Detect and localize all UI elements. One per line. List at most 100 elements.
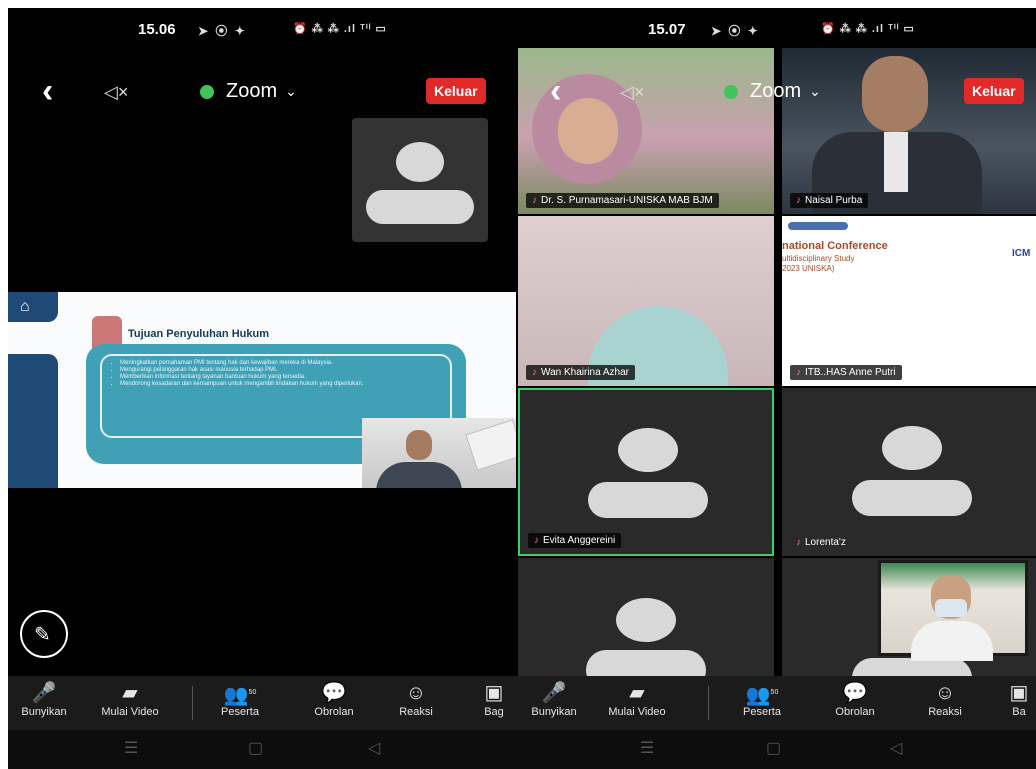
participant-tile[interactable]: national Conference ultidisciplinary Stu… bbox=[782, 216, 1036, 386]
mic-off-icon: ♪ bbox=[796, 537, 801, 548]
right-phone-screen: 15.07 ➤ ⦿ ✦ ⏰ ⁂ ⁂ .ıl ᵀⁱˡ ▭ ♪ Dr. S. Purn… bbox=[516, 8, 1036, 769]
meeting-top-bar: ‹ ◁× Zoom ⌄ Keluar bbox=[8, 74, 516, 110]
meeting-toolbar: 🎤 Bunyikan ▰ Mulai Video 👥50 Peserta 💬 O… bbox=[8, 676, 516, 730]
toolbar-label: Mulai Video bbox=[101, 706, 159, 718]
chat-button[interactable]: 💬 Obrolan bbox=[822, 680, 888, 718]
self-video-thumbnail[interactable] bbox=[352, 118, 488, 242]
conference-subtitle: ultidisciplinary Study bbox=[782, 254, 855, 263]
face-mask bbox=[935, 599, 967, 617]
participant-tile[interactable]: ♪ Wan Khairina Azhar bbox=[518, 216, 774, 386]
unmute-button[interactable]: 🎤 Bunyikan bbox=[12, 680, 76, 718]
avatar-body bbox=[586, 650, 706, 676]
slide-header-bar bbox=[788, 222, 848, 230]
mic-off-icon: 🎤 bbox=[541, 682, 567, 704]
back-nav-icon[interactable]: ◁ bbox=[368, 738, 380, 758]
menu-icon[interactable]: ☰ bbox=[640, 738, 654, 758]
meeting-top-bar: ‹ ◁× Zoom ⌄ Keluar bbox=[516, 74, 1036, 110]
reactions-button[interactable]: ☺ Reaksi bbox=[388, 680, 444, 718]
home-button-icon[interactable]: ▢ bbox=[248, 738, 263, 758]
mic-off-icon: ♪ bbox=[534, 535, 539, 546]
status-time: 15.06 bbox=[138, 21, 176, 38]
conference-subtitle: 2023 UNISKA) bbox=[782, 264, 835, 273]
avatar-head bbox=[616, 598, 676, 642]
chat-icon: 💬 bbox=[842, 682, 868, 704]
chevron-down-icon: ⌄ bbox=[285, 83, 297, 99]
slide-bullet: Mengurangi pelanggaran hak asasi manusia… bbox=[120, 367, 442, 374]
menu-icon[interactable]: ☰ bbox=[124, 738, 138, 758]
meeting-title-button[interactable]: Zoom ⌄ bbox=[724, 80, 821, 103]
avatar-head bbox=[618, 428, 678, 472]
status-time: 15.07 bbox=[648, 21, 686, 38]
avatar-body bbox=[588, 482, 708, 518]
slide-bullet-list: Meningkatkan pemahaman PMI tentang hak d… bbox=[110, 360, 442, 388]
leave-button[interactable]: Keluar bbox=[964, 78, 1024, 104]
leave-button[interactable]: Keluar bbox=[426, 78, 486, 104]
mic-off-icon: 🎤 bbox=[31, 682, 57, 704]
share-icon: ▣ bbox=[484, 682, 504, 704]
reactions-button[interactable]: ☺ Reaksi bbox=[916, 680, 974, 718]
avatar-head bbox=[396, 142, 444, 182]
back-nav-icon[interactable]: ◁ bbox=[890, 738, 902, 758]
mic-off-icon: ♪ bbox=[796, 195, 801, 206]
conference-title: national Conference bbox=[782, 240, 888, 252]
participant-tile[interactable]: ♪ Naisal Purba bbox=[782, 48, 1036, 214]
meeting-title-button[interactable]: Zoom ⌄ bbox=[200, 80, 297, 103]
status-bar: 15.06 ➤ ⦿ ✦ ⏰ ⁂ ⁂ .ıl ᵀⁱˡ ▭ bbox=[8, 8, 516, 52]
participants-button[interactable]: 👥50 Peserta bbox=[730, 680, 794, 718]
share-button[interactable]: ▣ Ba bbox=[1002, 680, 1036, 718]
status-system-icons: ⏰ ⁂ ⁂ .ıl ᵀⁱˡ ▭ bbox=[821, 23, 915, 35]
back-icon[interactable]: ‹ bbox=[42, 74, 53, 108]
home-button-icon[interactable]: ▢ bbox=[766, 738, 781, 758]
participants-button[interactable]: 👥50 Peserta bbox=[208, 680, 272, 718]
slide-home-tab: ⌂ bbox=[8, 292, 58, 322]
speaker-muted-icon[interactable]: ◁× bbox=[104, 82, 128, 103]
speaker-muted-icon[interactable]: ◁× bbox=[620, 82, 644, 103]
pencil-icon: ✎ bbox=[34, 624, 51, 646]
toolbar-label: Reaksi bbox=[928, 706, 962, 718]
share-icon: ▣ bbox=[1009, 682, 1029, 704]
reaction-icon: ☺ bbox=[934, 682, 956, 704]
conference-logo: ICM bbox=[1012, 248, 1031, 259]
start-video-button[interactable]: ▰ Mulai Video bbox=[88, 680, 172, 718]
self-body bbox=[911, 621, 993, 661]
meeting-name: Zoom bbox=[750, 80, 802, 102]
participants-icon: 👥50 bbox=[223, 684, 257, 707]
back-icon[interactable]: ‹ bbox=[550, 74, 561, 108]
slide-bullet: Memberikan informasi tentang layanan ban… bbox=[120, 374, 442, 381]
participant-tile[interactable] bbox=[518, 558, 774, 676]
annotate-button[interactable]: ✎ bbox=[20, 610, 68, 658]
avatar-head bbox=[882, 426, 942, 470]
reaction-icon: ☺ bbox=[405, 682, 427, 704]
video-off-icon: ▰ bbox=[629, 682, 645, 704]
toolbar-divider bbox=[192, 686, 193, 720]
video-off-icon: ▰ bbox=[122, 682, 138, 704]
left-phone-screen: 15.06 ➤ ⦿ ✦ ⏰ ⁂ ⁂ .ıl ᵀⁱˡ ▭ ‹ ◁× Zoom ⌄ … bbox=[8, 8, 516, 769]
participant-tile[interactable]: ♪ Lorenta'z bbox=[782, 388, 1036, 556]
shield-icon bbox=[724, 84, 738, 99]
toolbar-label: Reaksi bbox=[399, 706, 433, 718]
slide-side-panel bbox=[8, 354, 58, 488]
participant-tile-active[interactable]: ♪ Evita Anggereini bbox=[518, 388, 774, 556]
mic-off-icon: ♪ bbox=[532, 195, 537, 206]
presenter-head bbox=[406, 430, 432, 460]
share-button[interactable]: ▣ Bag bbox=[474, 680, 514, 718]
android-nav-bar: ☰ ▢ ◁ bbox=[8, 730, 516, 769]
whiteboard bbox=[465, 419, 516, 471]
participant-name-label: ♪ Evita Anggereini bbox=[528, 533, 622, 548]
toolbar-divider bbox=[708, 686, 709, 720]
self-video-thumbnail[interactable] bbox=[878, 560, 1028, 661]
unmute-button[interactable]: 🎤 Bunyikan bbox=[522, 680, 586, 718]
toolbar-label: Ba bbox=[1012, 706, 1026, 718]
chat-button[interactable]: 💬 Obrolan bbox=[302, 680, 366, 718]
slide-bullet: Mendorong kesadaran dan kemampuan untuk … bbox=[120, 381, 442, 388]
start-video-button[interactable]: ▰ Mulai Video bbox=[594, 680, 680, 718]
participant-name-label: ♪ Naisal Purba bbox=[790, 193, 869, 208]
presenter-body bbox=[376, 462, 462, 488]
shared-screen: ⌂ Tujuan Penyuluhan Hukum Meningkatkan p… bbox=[8, 292, 516, 488]
status-notification-icons: ➤ ⦿ ✦ bbox=[711, 24, 760, 38]
participant-name-label: ♪ Dr. S. Purnamasari-UNISKA MAB BJM bbox=[526, 193, 719, 208]
meeting-name: Zoom bbox=[226, 80, 278, 102]
toolbar-label: Obrolan bbox=[835, 706, 875, 718]
participant-name-label: ♪ ITB..HAS Anne Putri bbox=[790, 365, 902, 380]
toolbar-label: Bag bbox=[484, 706, 504, 718]
